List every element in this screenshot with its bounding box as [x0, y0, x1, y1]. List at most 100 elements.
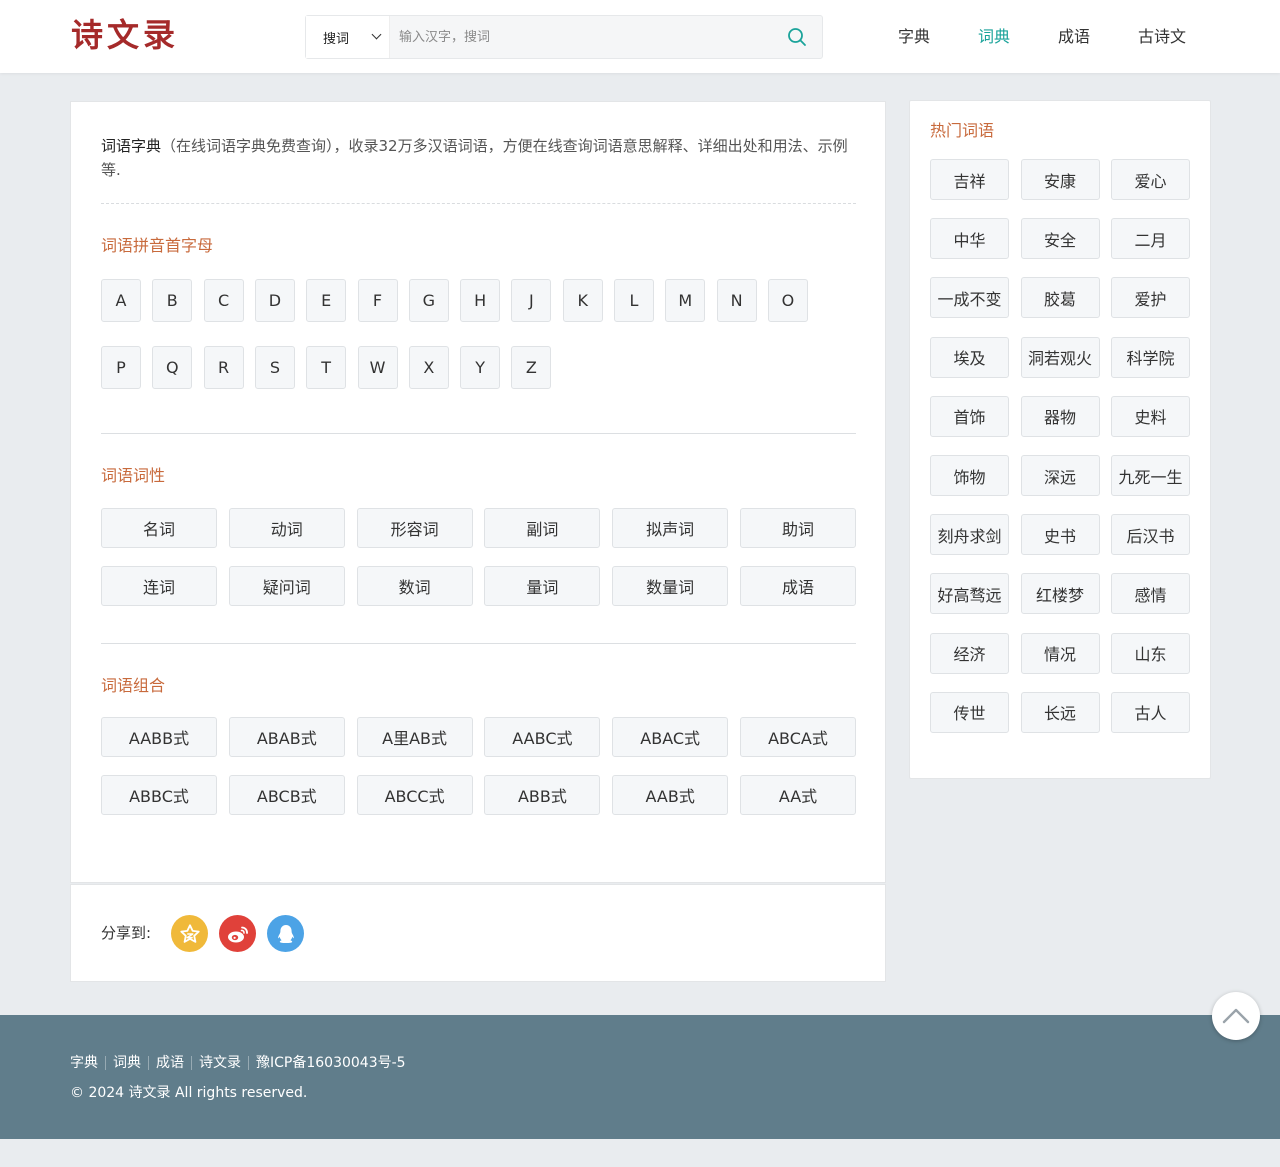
hot-word-item[interactable]: 首饰: [930, 395, 1009, 437]
hot-word-item[interactable]: 一成不变: [930, 277, 1009, 319]
pinyin-letter-r[interactable]: R: [203, 346, 244, 389]
search-type-select[interactable]: 搜词: [306, 16, 390, 58]
intro-text: 词语字典（在线词语字典免费查询），收录32万多汉语词语，方便在线查询词语意思解释…: [101, 134, 856, 182]
pinyin-letter-s[interactable]: S: [254, 346, 295, 389]
pos-item[interactable]: 数量词: [612, 566, 729, 606]
search-button[interactable]: [772, 16, 822, 58]
footer-link[interactable]: 词典: [113, 1053, 141, 1073]
hot-word-item[interactable]: 长远: [1020, 691, 1100, 733]
combo-item[interactable]: AA式: [740, 775, 856, 815]
combo-item[interactable]: AAB式: [612, 775, 729, 815]
footer-link[interactable]: 诗文录: [199, 1053, 241, 1073]
share-weibo-button[interactable]: [219, 915, 256, 952]
hot-word-item[interactable]: 刻舟求剑: [930, 514, 1009, 556]
hot-word-item[interactable]: 山东: [1111, 632, 1190, 674]
pinyin-letter-p[interactable]: P: [101, 346, 141, 389]
share-panel: 分享到:: [70, 884, 886, 982]
pinyin-letter-o[interactable]: O: [767, 279, 808, 322]
pinyin-letter-z[interactable]: Z: [511, 346, 552, 389]
nav-chengyu[interactable]: 成语: [1058, 24, 1090, 50]
combo-item[interactable]: ABCC式: [356, 775, 473, 815]
pinyin-letter-b[interactable]: B: [152, 279, 193, 322]
hot-word-item[interactable]: 史书: [1020, 514, 1100, 556]
hot-word-item[interactable]: 科学院: [1111, 336, 1190, 378]
hot-word-item[interactable]: 器物: [1020, 395, 1100, 437]
hot-word-item[interactable]: 爱护: [1111, 277, 1190, 319]
pinyin-letter-y[interactable]: Y: [460, 346, 501, 389]
hot-word-item[interactable]: 深远: [1020, 455, 1100, 496]
pinyin-letter-n[interactable]: N: [716, 279, 757, 322]
pos-item[interactable]: 数词: [356, 566, 473, 606]
pinyin-letter-q[interactable]: Q: [152, 346, 193, 389]
pinyin-letter-k[interactable]: K: [562, 279, 603, 322]
hot-word-item[interactable]: 好高骛远: [930, 573, 1009, 615]
pinyin-letter-l[interactable]: L: [614, 279, 654, 322]
nav-cidian[interactable]: 词典: [978, 24, 1010, 50]
pinyin-letter-c[interactable]: C: [203, 279, 244, 322]
share-qzone-button[interactable]: [171, 915, 208, 952]
pinyin-letter-d[interactable]: D: [254, 279, 295, 322]
pos-item[interactable]: 连词: [101, 566, 217, 606]
hot-word-item[interactable]: 中华: [930, 218, 1009, 260]
hot-word-item[interactable]: 安全: [1020, 218, 1100, 260]
pinyin-letter-j[interactable]: J: [511, 279, 552, 322]
hot-word-item[interactable]: 传世: [930, 691, 1009, 733]
hot-word-item[interactable]: 经济: [930, 632, 1009, 674]
pos-item[interactable]: 量词: [484, 566, 601, 606]
hot-word-item[interactable]: 安康: [1020, 159, 1100, 200]
footer-link[interactable]: 豫ICP备16030043号-5: [256, 1053, 406, 1073]
hot-word-item[interactable]: 埃及: [930, 336, 1009, 378]
pos-item[interactable]: 助词: [740, 508, 856, 548]
hot-word-item[interactable]: 感情: [1111, 573, 1190, 615]
hot-word-item[interactable]: 二月: [1111, 218, 1190, 260]
pos-item[interactable]: 名词: [101, 508, 217, 548]
hot-word-item[interactable]: 史料: [1111, 395, 1190, 437]
nav-zidian[interactable]: 字典: [898, 24, 930, 50]
pos-item[interactable]: 拟声词: [612, 508, 729, 548]
pos-item[interactable]: 成语: [740, 566, 856, 606]
footer-separator: [105, 1056, 106, 1070]
hot-word-item[interactable]: 古人: [1111, 691, 1190, 733]
intro-lead: 词语字典: [101, 137, 162, 155]
hot-word-item[interactable]: 情况: [1020, 632, 1100, 674]
combo-item[interactable]: ABAC式: [612, 717, 729, 757]
pinyin-letter-f[interactable]: F: [357, 279, 398, 322]
hot-word-item[interactable]: 爱心: [1111, 159, 1190, 200]
back-to-top-button[interactable]: [1212, 992, 1260, 1040]
pinyin-letter-e[interactable]: E: [306, 279, 347, 322]
combo-item[interactable]: A里AB式: [356, 717, 473, 757]
pinyin-letter-g[interactable]: G: [408, 279, 449, 322]
pinyin-letter-h[interactable]: H: [460, 279, 501, 322]
share-qq-button[interactable]: [267, 915, 304, 952]
hot-word-item[interactable]: 后汉书: [1111, 514, 1190, 556]
combo-item[interactable]: ABCB式: [228, 775, 345, 815]
search-input[interactable]: [390, 16, 772, 58]
pinyin-letter-x[interactable]: X: [408, 346, 449, 389]
footer-link[interactable]: 字典: [70, 1053, 98, 1073]
combo-item[interactable]: ABBC式: [101, 775, 217, 815]
pinyin-letter-w[interactable]: W: [357, 346, 398, 389]
nav-gushiwen[interactable]: 古诗文: [1138, 24, 1186, 50]
hot-word-item[interactable]: 洞若观火: [1020, 336, 1100, 378]
combo-item[interactable]: ABCA式: [740, 717, 856, 757]
pinyin-letter-a[interactable]: A: [101, 279, 141, 322]
site-logo[interactable]: 诗文录: [71, 13, 179, 57]
pos-item[interactable]: 副词: [484, 508, 601, 548]
pos-item[interactable]: 形容词: [356, 508, 473, 548]
hot-word-item[interactable]: 红楼梦: [1020, 573, 1100, 615]
star-icon: [179, 923, 200, 943]
pinyin-letter-m[interactable]: M: [665, 279, 706, 322]
hot-word-item[interactable]: 饰物: [930, 455, 1009, 496]
pos-item[interactable]: 疑问词: [228, 566, 345, 606]
combo-item[interactable]: ABAB式: [228, 717, 345, 757]
hot-word-item[interactable]: 吉祥: [930, 159, 1009, 200]
pos-item[interactable]: 动词: [228, 508, 345, 548]
main-panel: 词语字典（在线词语字典免费查询），收录32万多汉语词语，方便在线查询词语意思解释…: [70, 101, 886, 883]
footer-link[interactable]: 成语: [156, 1053, 184, 1073]
hot-word-item[interactable]: 胶葛: [1020, 277, 1100, 319]
combo-item[interactable]: ABB式: [484, 775, 601, 815]
hot-word-item[interactable]: 九死一生: [1111, 455, 1190, 496]
combo-item[interactable]: AABB式: [101, 717, 217, 757]
pinyin-letter-t[interactable]: T: [306, 346, 347, 389]
combo-item[interactable]: AABC式: [484, 717, 601, 757]
